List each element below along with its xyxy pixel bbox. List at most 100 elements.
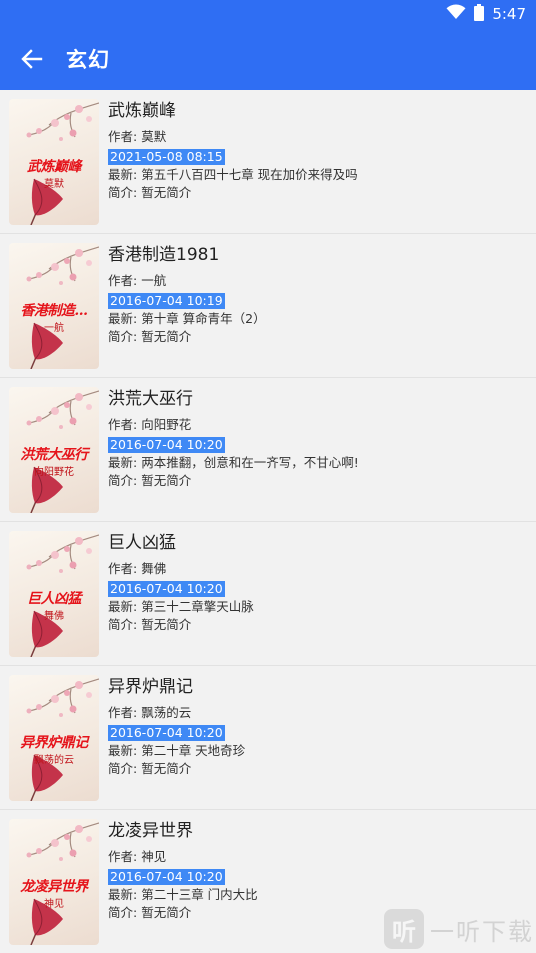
latest-line: 最新: 第五千八百四十七章 现在加价来得及吗 [108,166,528,184]
author-name: 飘荡的云 [141,705,192,720]
intro-line: 简介: 暂无简介 [108,616,528,634]
author-name: 向阳野花 [141,417,192,432]
book-title: 龙凌异世界 [108,821,193,841]
latest-chapter: 第二十章 天地奇珍 [141,743,246,758]
author-label: 作者: [108,417,142,432]
author-name: 一航 [141,273,167,288]
book-list-item[interactable]: 武炼巅峰 莫默 武炼巅峰 作者: 莫默 2021-05-08 08:15 最新:… [0,90,536,234]
update-time: 2016-07-04 10:20 [108,581,225,597]
book-title: 巨人凶猛 [108,533,176,553]
intro-label: 简介: [108,905,142,920]
latest-line: 最新: 第二十三章 门内大比 [108,886,528,904]
book-info: 巨人凶猛 作者: 舞佛 2016-07-04 10:20 最新: 第三十二章擎天… [108,532,528,634]
book-cover: 异界炉鼎记 飘荡的云 [9,675,99,801]
author-line: 作者: 飘荡的云 [108,704,528,722]
wifi-icon [446,4,466,24]
intro-line: 简介: 暂无简介 [108,472,528,490]
toolbar: 玄幻 [0,28,536,90]
cover-title: 洪荒大巫行 [20,447,88,463]
latest-label: 最新: [108,887,142,902]
app-bar: 5:47 玄幻 [0,0,536,90]
author-label: 作者: [108,705,142,720]
book-list-item[interactable]: 洪荒大巫行 向阳野花 洪荒大巫行 作者: 向阳野花 2016-07-04 10:… [0,378,536,522]
book-cover: 洪荒大巫行 向阳野花 [9,387,99,513]
status-time: 5:47 [492,5,526,23]
book-title: 香港制造1981 [108,245,220,265]
book-info: 武炼巅峰 作者: 莫默 2021-05-08 08:15 最新: 第五千八百四十… [108,100,528,202]
book-list: 武炼巅峰 莫默 武炼巅峰 作者: 莫默 2021-05-08 08:15 最新:… [0,90,536,953]
author-line: 作者: 舞佛 [108,560,528,578]
author-label: 作者: [108,273,142,288]
author-name: 神见 [141,849,167,864]
watermark: 听 一听下载 [384,909,534,949]
update-time: 2021-05-08 08:15 [108,149,225,165]
cover-title: 龙凌异世界 [20,879,88,895]
author-label: 作者: [108,561,142,576]
book-title: 异界炉鼎记 [108,677,193,697]
battery-icon [474,3,485,25]
author-label: 作者: [108,129,142,144]
intro-text: 暂无简介 [141,761,192,776]
intro-label: 简介: [108,185,142,200]
cover-title: 巨人凶猛 [27,591,82,607]
book-cover: 龙凌异世界 神见 [9,819,99,945]
latest-label: 最新: [108,599,142,614]
latest-label: 最新: [108,311,142,326]
back-button[interactable] [14,41,50,77]
latest-label: 最新: [108,743,142,758]
author-line: 作者: 一航 [108,272,528,290]
cover-author: 莫默 [44,179,64,190]
update-time: 2016-07-04 10:20 [108,725,225,741]
intro-text: 暂无简介 [141,185,192,200]
cover-author: 向阳野花 [34,467,74,478]
author-line: 作者: 神见 [108,848,528,866]
book-cover: 香港制造... 一航 [9,243,99,369]
cover-author: 飘荡的云 [34,755,74,766]
update-time: 2016-07-04 10:20 [108,437,225,453]
author-label: 作者: [108,849,142,864]
book-cover: 巨人凶猛 舞佛 [9,531,99,657]
intro-label: 简介: [108,329,142,344]
book-cover: 武炼巅峰 莫默 [9,99,99,225]
author-line: 作者: 向阳野花 [108,416,528,434]
author-line: 作者: 莫默 [108,128,528,146]
intro-line: 简介: 暂无简介 [108,184,528,202]
update-time: 2016-07-04 10:19 [108,293,225,309]
intro-label: 简介: [108,617,142,632]
intro-line: 简介: 暂无简介 [108,328,528,346]
page-title: 玄幻 [66,48,110,72]
intro-text: 暂无简介 [141,905,192,920]
book-title: 洪荒大巫行 [108,389,193,409]
latest-chapter: 第十章 算命青年（2） [141,311,266,326]
cover-author: 一航 [44,323,64,334]
book-list-item[interactable]: 香港制造... 一航 香港制造1981 作者: 一航 2016-07-04 10… [0,234,536,378]
intro-text: 暂无简介 [141,329,192,344]
book-info: 香港制造1981 作者: 一航 2016-07-04 10:19 最新: 第十章… [108,244,528,346]
author-name: 舞佛 [141,561,167,576]
author-name: 莫默 [141,129,167,144]
latest-chapter: 第五千八百四十七章 现在加价来得及吗 [141,167,358,182]
intro-text: 暂无简介 [141,473,192,488]
latest-line: 最新: 两本推翻，创意和在一齐写，不甘心啊! [108,454,528,472]
latest-chapter: 第三十二章擎天山脉 [141,599,254,614]
latest-chapter: 第二十三章 门内大比 [141,887,258,902]
status-bar: 5:47 [0,0,536,28]
latest-chapter: 两本推翻，创意和在一齐写，不甘心啊! [141,455,359,470]
book-list-item[interactable]: 巨人凶猛 舞佛 巨人凶猛 作者: 舞佛 2016-07-04 10:20 最新:… [0,522,536,666]
arrow-left-icon [21,49,43,69]
intro-line: 简介: 暂无简介 [108,760,528,778]
cover-author: 神见 [44,899,64,910]
book-list-item[interactable]: 异界炉鼎记 飘荡的云 异界炉鼎记 作者: 飘荡的云 2016-07-04 10:… [0,666,536,810]
intro-label: 简介: [108,473,142,488]
watermark-logo-icon: 听 [384,909,424,949]
latest-line: 最新: 第十章 算命青年（2） [108,310,528,328]
latest-line: 最新: 第三十二章擎天山脉 [108,598,528,616]
status-icons: 5:47 [446,3,526,25]
intro-text: 暂无简介 [141,617,192,632]
cover-title: 异界炉鼎记 [20,735,88,751]
latest-label: 最新: [108,167,142,182]
cover-title: 香港制造... [20,303,88,319]
book-info: 洪荒大巫行 作者: 向阳野花 2016-07-04 10:20 最新: 两本推翻… [108,388,528,490]
intro-label: 简介: [108,761,142,776]
update-time: 2016-07-04 10:20 [108,869,225,885]
